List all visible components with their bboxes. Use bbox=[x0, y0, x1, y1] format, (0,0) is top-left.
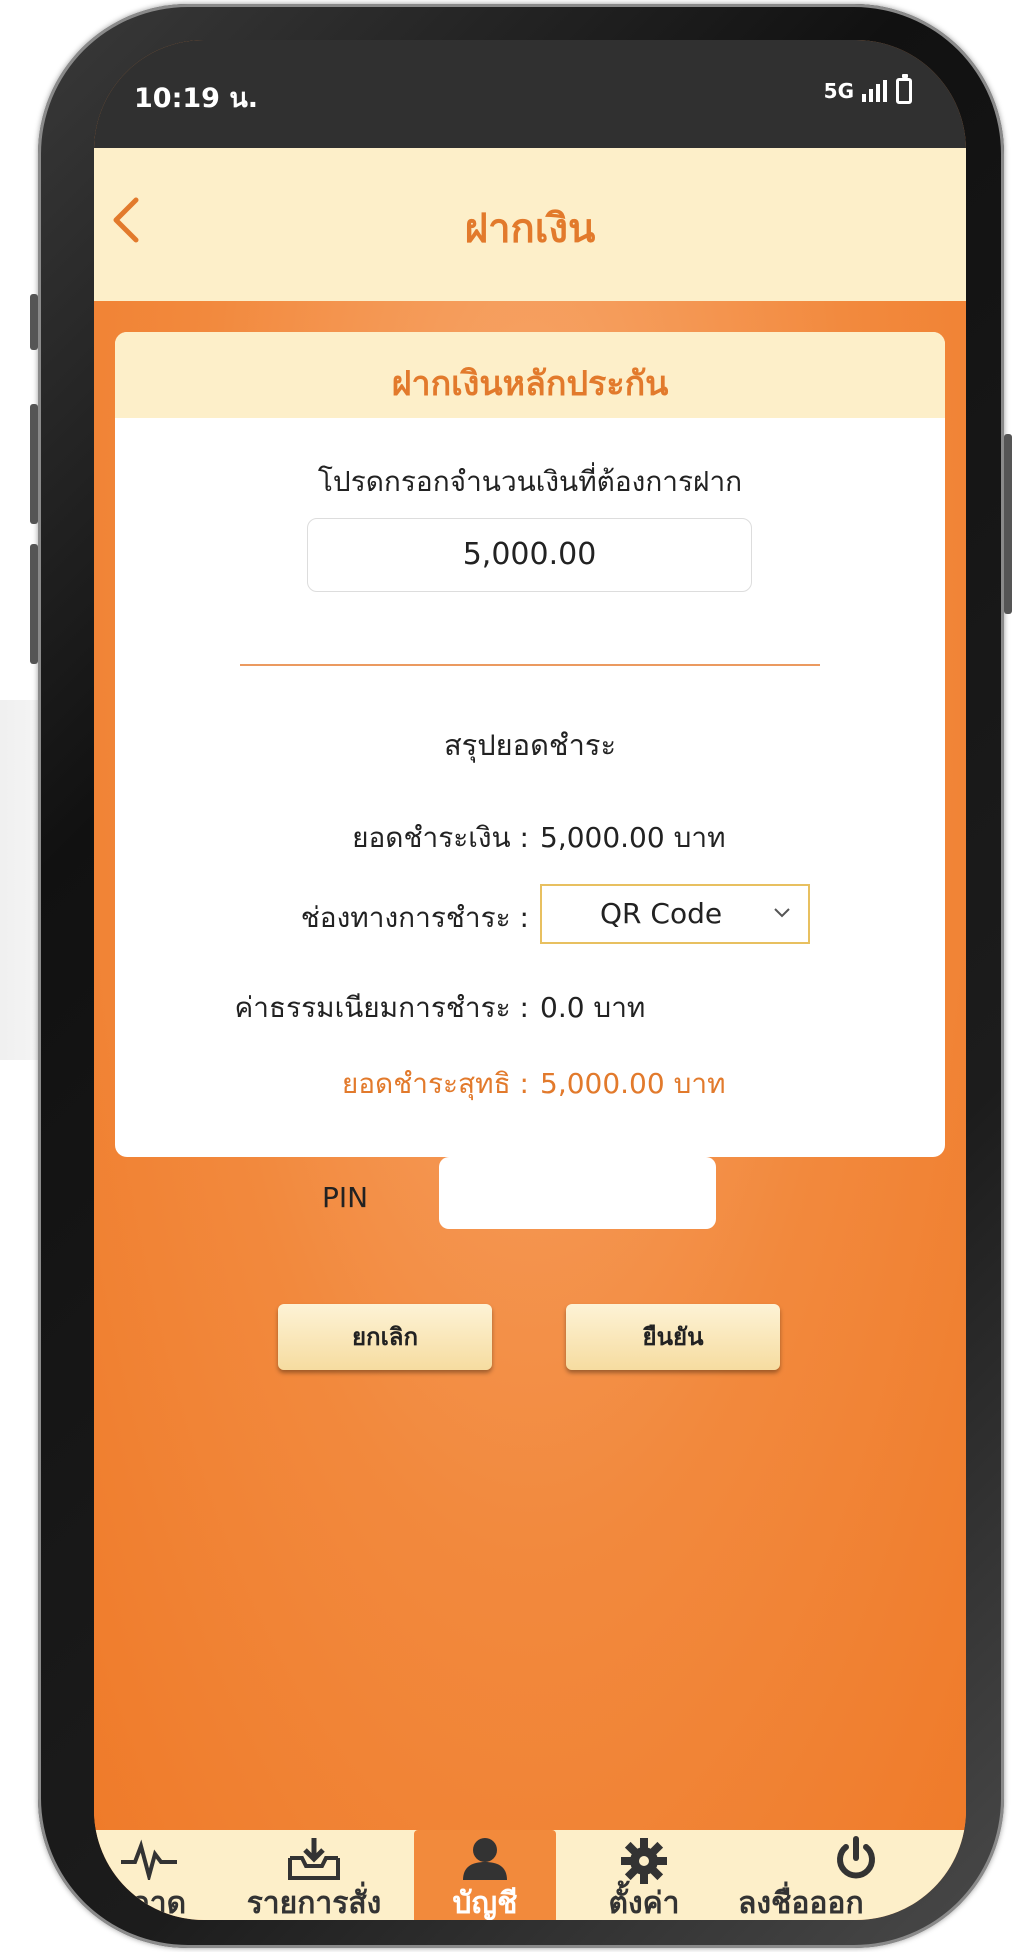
tab-label: รายการสั่ง bbox=[246, 1886, 382, 1920]
tab-label: บัญชี bbox=[452, 1886, 518, 1920]
fee-label: ค่าธรรมเนียมการชำระ : bbox=[234, 991, 529, 1024]
payment-channel-label: ช่องทางการชำระ : bbox=[300, 901, 529, 934]
pin-input[interactable] bbox=[439, 1157, 716, 1229]
bottom-tab-bar: ตลาด รายการสั่ง บัญชี ตั้งค่า ลงชื่อออก bbox=[94, 1830, 966, 1920]
payment-amount-value: 5,000.00 บาท bbox=[540, 821, 726, 854]
status-indicators: 5G bbox=[823, 74, 912, 104]
mute-switch bbox=[30, 294, 38, 350]
inbox-download-icon bbox=[288, 1838, 340, 1880]
network-type: 5G bbox=[823, 79, 854, 103]
pin-label: PIN bbox=[322, 1181, 369, 1214]
payment-channel-value: QR Code bbox=[600, 897, 723, 930]
net-amount-label: ยอดชำระสุทธิ : bbox=[341, 1067, 529, 1100]
fee-value: 0.0 บาท bbox=[540, 991, 646, 1024]
power-button bbox=[1004, 434, 1012, 614]
volume-up-button bbox=[30, 404, 38, 524]
app-screen: 10:19 น. 5G ฝากเงิน ฝากเงินหลักประกัน โป… bbox=[94, 40, 966, 1920]
deposit-card: ฝากเงินหลักประกัน โปรดกรอกจำนวนเงินที่ต้… bbox=[115, 332, 945, 1157]
tab-orders[interactable]: รายการสั่ง bbox=[224, 1830, 404, 1920]
net-amount-value: 5,000.00 บาท bbox=[540, 1067, 726, 1100]
user-icon bbox=[463, 1838, 507, 1880]
page-title: ฝากเงิน bbox=[464, 206, 596, 252]
nav-header: ฝากเงิน bbox=[94, 148, 966, 301]
tab-market[interactable]: ตลาด bbox=[94, 1830, 224, 1920]
signal-icon bbox=[862, 80, 887, 102]
tab-label: ตลาด bbox=[111, 1886, 187, 1920]
payment-channel-select[interactable]: QR Code bbox=[540, 884, 810, 944]
status-time: 10:19 น. bbox=[134, 83, 259, 114]
tab-settings[interactable]: ตั้งค่า bbox=[574, 1830, 714, 1920]
volume-down-button bbox=[30, 544, 38, 664]
battery-icon bbox=[896, 74, 912, 104]
pulse-icon bbox=[121, 1839, 177, 1880]
tab-label: ตั้งค่า bbox=[608, 1886, 680, 1920]
cancel-button[interactable]: ยกเลิก bbox=[278, 1304, 492, 1370]
tab-account[interactable]: บัญชี bbox=[414, 1830, 556, 1920]
gear-icon bbox=[621, 1838, 667, 1884]
amount-prompt: โปรดกรอกจำนวนเงินที่ต้องการฝาก bbox=[317, 465, 743, 498]
tab-logout[interactable]: ลงชื่อออก bbox=[726, 1830, 966, 1920]
summary-title: สรุปยอดชำระ bbox=[443, 728, 617, 762]
confirm-button[interactable]: ยืนยัน bbox=[566, 1304, 780, 1370]
payment-amount-label: ยอดชำระเงิน : bbox=[352, 821, 529, 854]
chevron-down-icon bbox=[774, 908, 790, 918]
amount-input[interactable]: 5,000.00 bbox=[307, 518, 752, 592]
divider bbox=[240, 664, 820, 666]
card-title: ฝากเงินหลักประกัน bbox=[115, 332, 945, 418]
power-icon bbox=[837, 1836, 875, 1879]
status-bar: 10:19 น. 5G bbox=[94, 40, 966, 148]
tab-label: ลงชื่อออก bbox=[738, 1886, 864, 1920]
